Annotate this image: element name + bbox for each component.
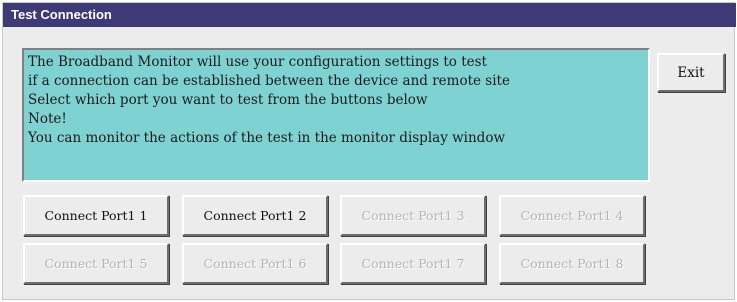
test-connection-window: Test Connection The Broadband Monitor wi… [2,2,736,300]
info-panel: The Broadband Monitor will use your conf… [22,48,650,182]
info-line: Select which port you want to test from … [28,92,428,108]
info-line: if a connection can be established betwe… [28,73,510,89]
connect-port-7-button[interactable]: Connect Port1 7 [340,243,486,284]
connect-port-1-button[interactable]: Connect Port1 1 [23,195,169,236]
info-line: You can monitor the actions of the test … [28,130,506,146]
exit-button[interactable]: Exit [657,53,725,92]
connect-port-5-button[interactable]: Connect Port1 5 [23,243,169,284]
info-line: The Broadband Monitor will use your conf… [28,54,487,70]
connect-port-8-button[interactable]: Connect Port1 8 [499,243,645,284]
connect-port-6-button[interactable]: Connect Port1 6 [182,243,328,284]
window-title: Test Connection [3,3,736,27]
connect-port-3-button[interactable]: Connect Port1 3 [340,195,486,236]
connect-port-4-button[interactable]: Connect Port1 4 [499,195,645,236]
info-line: Note! [28,111,67,127]
connect-port-2-button[interactable]: Connect Port1 2 [182,195,328,236]
